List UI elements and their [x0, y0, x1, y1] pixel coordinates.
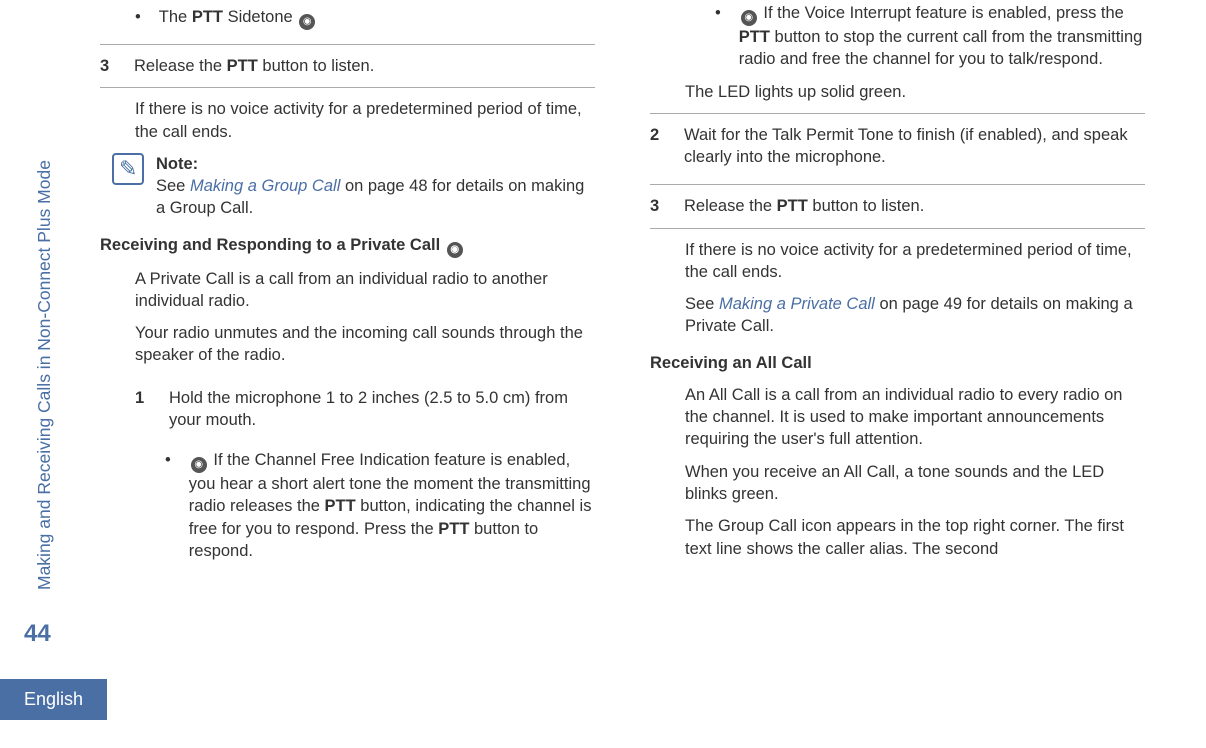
- all-call-p1: An All Call is a call from an individual…: [685, 384, 1145, 451]
- note-content: Note: See Making a Group Call on page 48…: [156, 153, 595, 220]
- all-call-p2: When you receive an All Call, a tone sou…: [685, 461, 1145, 506]
- heading-receiving-all-call: Receiving an All Call: [650, 352, 1145, 374]
- display-only-icon: ◉: [191, 457, 207, 473]
- display-only-icon: ◉: [447, 242, 463, 258]
- note-label: Note:: [156, 155, 198, 173]
- note-icon: [112, 153, 144, 185]
- bullet-dot-icon: •: [165, 449, 171, 562]
- sub-bullet-voice-interrupt: • ◉ If the Voice Interrupt feature is en…: [715, 2, 1145, 71]
- bullet-text: The PTT Sidetone ◉: [159, 6, 318, 30]
- step-number: 1: [135, 387, 153, 432]
- step-text: Release the PTT button to listen.: [684, 195, 924, 217]
- private-call-p1: A Private Call is a call from an individ…: [135, 268, 595, 313]
- led-green-text: The LED lights up solid green.: [685, 81, 1145, 103]
- sidebar-chapter-title: Making and Receiving Calls in Non-Connec…: [34, 30, 54, 590]
- step-3-row: 3 Release the PTT button to listen.: [100, 44, 595, 88]
- chapter-title-text: Making and Receiving Calls in Non-Connec…: [34, 160, 55, 590]
- bullet-dot-icon: •: [135, 6, 141, 30]
- step-number: 3: [100, 55, 118, 77]
- bullet-dot-icon: •: [715, 2, 721, 71]
- all-call-p3: The Group Call icon appears in the top r…: [685, 515, 1145, 560]
- link-making-group-call[interactable]: Making a Group Call: [190, 177, 340, 195]
- step-3-row: 3 Release the PTT button to listen.: [650, 184, 1145, 228]
- language-badge: English: [0, 679, 107, 720]
- sub-bullet-text: ◉ If the Voice Interrupt feature is enab…: [739, 2, 1145, 71]
- sub-bullet-text: ◉ If the Channel Free Indication feature…: [189, 449, 595, 562]
- step-number: 2: [650, 124, 668, 169]
- no-activity-para: If there is no voice activity for a pred…: [685, 239, 1145, 284]
- note-box: Note: See Making a Group Call on page 48…: [112, 153, 595, 220]
- link-making-private-call[interactable]: Making a Private Call: [719, 295, 875, 313]
- private-call-p2: Your radio unmutes and the incoming call…: [135, 322, 595, 367]
- step-text: Release the PTT button to listen.: [134, 55, 374, 77]
- right-column: • ◉ If the Voice Interrupt feature is en…: [650, 2, 1145, 570]
- bullet-ptt-sidetone: • The PTT Sidetone ◉: [135, 6, 595, 30]
- step-number: 3: [650, 195, 668, 217]
- sub-bullet-channel-free: • ◉ If the Channel Free Indication featu…: [165, 449, 595, 562]
- step-1-row: 1 Hold the microphone 1 to 2 inches (2.5…: [100, 377, 595, 442]
- step-2-row: 2 Wait for the Talk Permit Tone to finis…: [650, 113, 1145, 179]
- see-private-call: See Making a Private Call on page 49 for…: [685, 293, 1145, 338]
- heading-receiving-private-call: Receiving and Responding to a Private Ca…: [100, 234, 595, 258]
- step-text: Hold the microphone 1 to 2 inches (2.5 t…: [169, 387, 595, 432]
- display-only-icon: ◉: [299, 14, 315, 30]
- step-text: Wait for the Talk Permit Tone to finish …: [684, 124, 1145, 169]
- page-number: 44: [24, 620, 51, 648]
- page-content: • The PTT Sidetone ◉ 3 Release the PTT b…: [100, 2, 1185, 570]
- display-only-icon: ◉: [741, 10, 757, 26]
- no-activity-para: If there is no voice activity for a pred…: [135, 98, 595, 143]
- left-column: • The PTT Sidetone ◉ 3 Release the PTT b…: [100, 2, 595, 570]
